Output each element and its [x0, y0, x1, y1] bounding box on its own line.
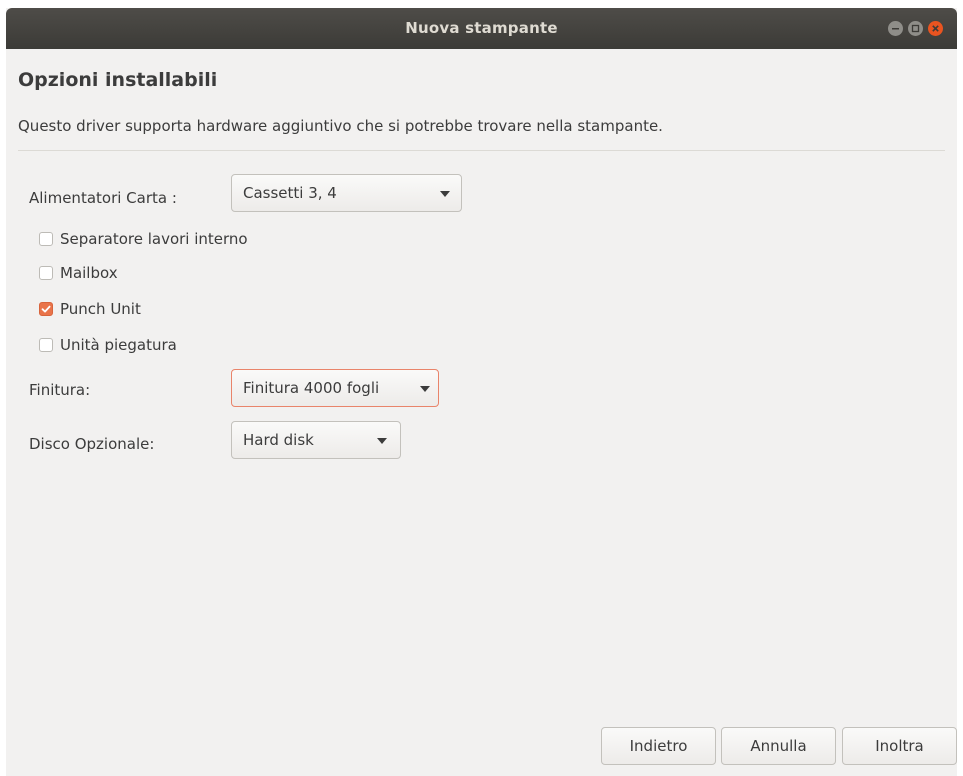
- checkmark-icon: [41, 305, 51, 313]
- checkbox-label: Mailbox: [60, 264, 118, 282]
- printer-dialog-window: Nuova stampante Opzioni installabili Que…: [6, 8, 957, 776]
- checkbox-box[interactable]: [39, 266, 53, 280]
- checkbox-label: Punch Unit: [60, 300, 141, 318]
- window-title: Nuova stampante: [405, 19, 558, 37]
- checkbox-folding-unit[interactable]: Unità piegatura: [39, 334, 177, 356]
- checkbox-punch-unit[interactable]: Punch Unit: [39, 298, 141, 320]
- back-button[interactable]: Indietro: [601, 727, 716, 765]
- chevron-down-icon: [440, 191, 450, 197]
- maximize-icon[interactable]: [908, 21, 923, 36]
- checkbox-box[interactable]: [39, 302, 53, 316]
- checkbox-label: Separatore lavori interno: [60, 230, 248, 248]
- paper-feeders-value: Cassetti 3, 4: [243, 184, 337, 202]
- header-separator: [18, 150, 945, 151]
- optional-disk-label: Disco Opzionale:: [29, 435, 155, 453]
- finisher-label: Finitura:: [29, 381, 91, 399]
- finisher-dropdown[interactable]: Finitura 4000 fogli: [231, 369, 439, 407]
- paper-feeders-dropdown[interactable]: Cassetti 3, 4: [231, 174, 462, 212]
- checkbox-mailbox[interactable]: Mailbox: [39, 262, 118, 284]
- title-bar[interactable]: Nuova stampante: [6, 8, 957, 49]
- page-description: Questo driver supporta hardware aggiunti…: [18, 117, 663, 135]
- checkbox-job-separator[interactable]: Separatore lavori interno: [39, 228, 248, 250]
- page-title: Opzioni installabili: [18, 69, 218, 91]
- checkbox-label: Unità piegatura: [60, 336, 177, 354]
- optional-disk-dropdown[interactable]: Hard disk: [231, 421, 401, 459]
- optional-disk-value: Hard disk: [243, 431, 314, 449]
- chevron-down-icon: [420, 386, 430, 392]
- checkbox-box[interactable]: [39, 338, 53, 352]
- finisher-value: Finitura 4000 fogli: [243, 379, 380, 397]
- minimize-icon[interactable]: [888, 21, 903, 36]
- chevron-down-icon: [377, 438, 387, 444]
- paper-feeders-label: Alimentatori Carta :: [29, 189, 177, 207]
- close-icon[interactable]: [928, 21, 943, 36]
- cancel-button[interactable]: Annulla: [721, 727, 836, 765]
- checkbox-box[interactable]: [39, 232, 53, 246]
- forward-button[interactable]: Inoltra: [842, 727, 957, 765]
